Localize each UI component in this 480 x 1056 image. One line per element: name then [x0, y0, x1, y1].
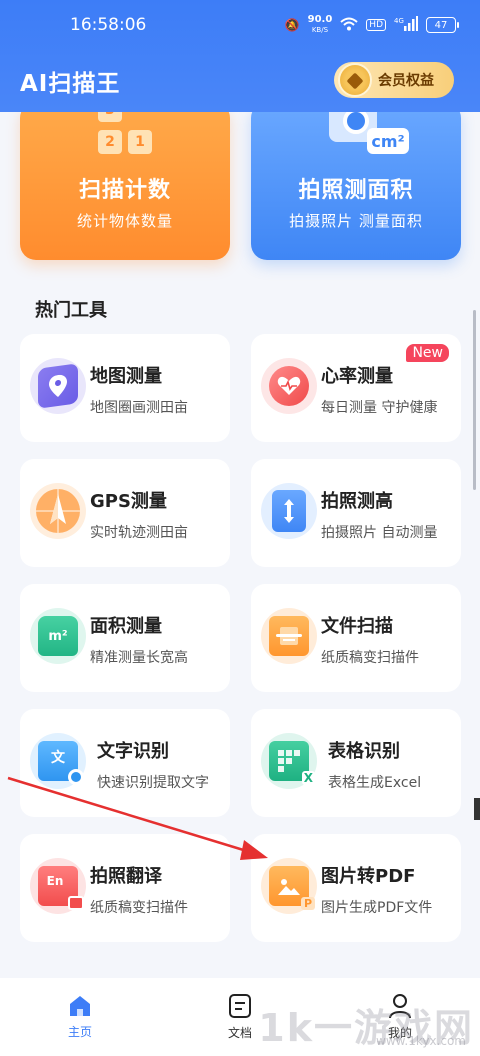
card-subtitle: 拍摄照片 测量面积	[289, 212, 423, 230]
image-pdf-icon: P	[261, 858, 317, 914]
gps-compass-icon	[30, 483, 86, 539]
section-title: 热门工具	[35, 300, 107, 321]
tool-card-photo-height[interactable]: 拍照测高 拍摄照片 自动测量	[251, 459, 461, 567]
tool-desc: 拍摄照片 自动测量	[321, 525, 438, 541]
mute-icon: 🔕	[284, 18, 300, 32]
tool-name: 拍照测高	[321, 491, 393, 512]
wifi-icon	[340, 17, 358, 34]
area-house-icon: m²	[30, 608, 86, 664]
net-speed: 90.0 KB/S	[307, 14, 333, 35]
tool-card-document-scan[interactable]: 文件扫描 纸质稿变扫描件	[251, 584, 461, 692]
tool-name: 拍照翻译	[90, 866, 162, 887]
tab-label: 文档	[227, 1026, 252, 1040]
status-time: 16:58:06	[70, 15, 147, 35]
tool-desc: 纸质稿变扫描件	[321, 650, 419, 666]
tool-name: GPS测量	[90, 491, 167, 512]
tool-name: 文字识别	[97, 741, 169, 762]
scrollbar[interactable]	[473, 310, 476, 490]
card-title: 拍照测面积	[298, 178, 414, 203]
bottom-tab-bar: 主页 文档 我的 1k一游戏网 www.1kyx.com	[0, 978, 480, 1056]
table-excel-icon: X	[261, 733, 317, 789]
cm2-icon: cm²	[367, 128, 409, 154]
tool-desc: 图片生成PDF文件	[321, 900, 433, 916]
tool-name: 心率测量	[321, 366, 393, 387]
signal-icon: 4G	[394, 15, 418, 35]
tool-card-heart-rate[interactable]: 心率测量 每日测量 守护健康 New	[251, 334, 461, 442]
status-icons: 🔕 90.0 KB/S HD 4G 47	[284, 14, 459, 35]
height-ruler-icon	[261, 483, 317, 539]
tool-card-area-measure[interactable]: m² 面积测量 精准测量长宽高	[20, 584, 230, 692]
tool-card-table-recognition[interactable]: X 表格识别 表格生成Excel	[251, 709, 461, 817]
tool-name: 文件扫描	[321, 616, 393, 637]
number-block-icon: 3	[98, 112, 122, 122]
scan-count-card[interactable]: 3 2 1 扫描计数 统计物体数量	[20, 112, 230, 260]
hd-badge: HD	[366, 19, 386, 31]
tool-card-gps-measure[interactable]: GPS测量 实时轨迹测田亩	[20, 459, 230, 567]
tool-desc: 纸质稿变扫描件	[90, 900, 188, 916]
vip-label: 会员权益	[378, 73, 434, 89]
translate-icon: En	[30, 858, 86, 914]
tool-name: 地图测量	[90, 366, 162, 387]
vip-diamond-icon	[338, 63, 372, 97]
number-block-icon: 2	[98, 130, 122, 154]
text-recognition-icon: 文	[30, 733, 86, 789]
tool-card-image-to-pdf[interactable]: P 图片转PDF 图片生成PDF文件	[251, 834, 461, 942]
tool-card-photo-translate[interactable]: En 拍照翻译 纸质稿变扫描件	[20, 834, 230, 942]
new-badge: New	[406, 344, 449, 362]
svg-text:4G: 4G	[394, 17, 404, 25]
photo-area-card[interactable]: cm² 拍照测面积 拍摄照片 测量面积	[251, 112, 461, 260]
tool-desc: 精准测量长宽高	[90, 650, 188, 666]
battery-icon: 47	[426, 17, 459, 33]
scroll-indicator-mark	[474, 798, 480, 820]
tool-desc: 每日测量 守护健康	[321, 400, 438, 416]
tool-name: 表格识别	[328, 741, 400, 762]
map-pin-icon	[30, 358, 86, 414]
card-subtitle: 统计物体数量	[76, 212, 173, 230]
app-title: AI扫描王	[20, 71, 121, 97]
tool-desc: 实时轨迹测田亩	[90, 525, 188, 541]
tool-card-map-measure[interactable]: 地图测量 地图圈画测田亩	[20, 334, 230, 442]
tool-name: 图片转PDF	[321, 866, 416, 887]
status-bar: 16:58:06 🔕 90.0 KB/S HD 4G 47	[0, 0, 480, 50]
home-icon	[70, 996, 90, 1016]
main-content[interactable]: 3 2 1 扫描计数 统计物体数量 cm² 拍照测面积 拍摄照片 测量面积 热门…	[0, 112, 480, 978]
tab-label: 主页	[67, 1025, 92, 1039]
tool-name: 面积测量	[90, 616, 162, 637]
document-icon	[229, 994, 251, 1018]
card-title: 扫描计数	[78, 178, 171, 203]
heart-rate-icon	[261, 358, 317, 414]
number-block-icon: 1	[128, 130, 152, 154]
app-header: 16:58:06 🔕 90.0 KB/S HD 4G 47 AI扫描王 会员权益	[0, 0, 480, 112]
tab-home[interactable]: 主页	[20, 994, 140, 1040]
tool-desc: 地图圈画测田亩	[90, 400, 188, 416]
tool-desc: 表格生成Excel	[328, 775, 422, 791]
tool-desc: 快速识别提取文字	[97, 775, 209, 791]
tool-card-text-recognition[interactable]: 文 文字识别 快速识别提取文字	[20, 709, 230, 817]
vip-benefits-button[interactable]: 会员权益	[334, 62, 454, 98]
watermark-url: www.1kyx.com	[376, 1034, 466, 1048]
document-scan-icon	[261, 608, 317, 664]
